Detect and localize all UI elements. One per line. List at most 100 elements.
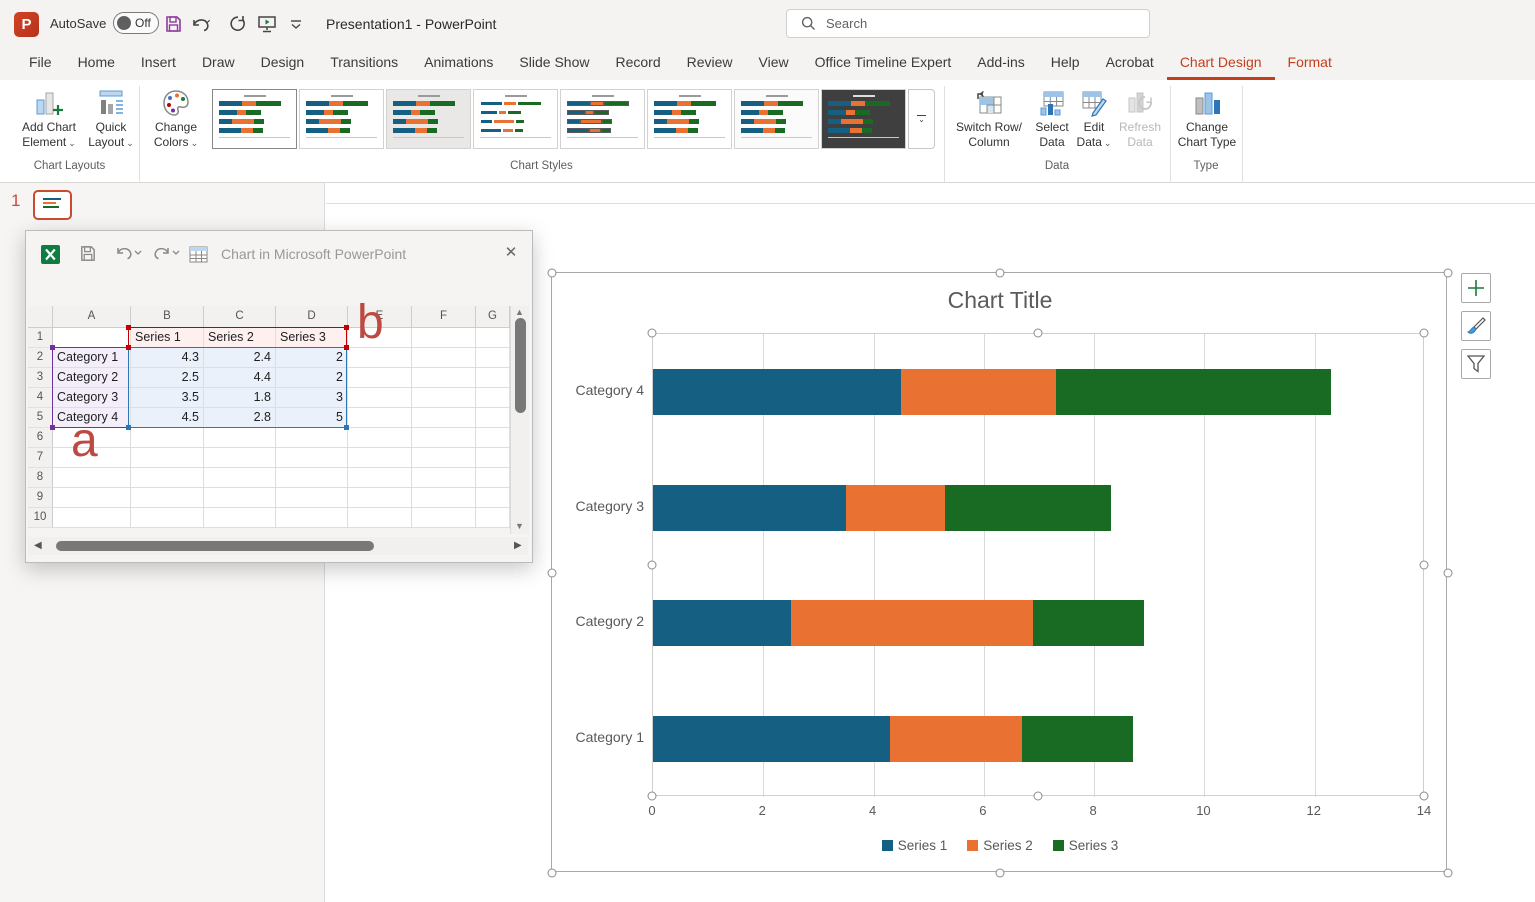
sheet-cell[interactable] <box>412 368 476 388</box>
sheet-cell[interactable] <box>276 488 348 508</box>
sheet-cell[interactable] <box>412 388 476 408</box>
change-colors-button[interactable]: Change Colors⌄ <box>146 86 206 151</box>
sheet-cell[interactable] <box>131 468 204 488</box>
tab-view[interactable]: View <box>746 48 802 80</box>
sheet-cell[interactable]: 1.8 <box>204 388 276 408</box>
sheet-cell[interactable]: 2 <box>276 368 348 388</box>
edit-data-button[interactable]: Edit Data⌄ <box>1072 86 1116 151</box>
sheet-cell[interactable] <box>476 428 510 448</box>
tab-office-timeline-expert[interactable]: Office Timeline Expert <box>802 48 965 80</box>
selection-handle[interactable] <box>648 329 657 338</box>
column-header-G[interactable]: G <box>476 306 510 328</box>
sheet-cell[interactable] <box>476 488 510 508</box>
selection-handle[interactable] <box>548 569 557 578</box>
row-header-3[interactable]: 3 <box>28 368 53 388</box>
bar-segment-series-2[interactable] <box>846 485 945 531</box>
selection-handle[interactable] <box>548 869 557 878</box>
datasheet-window[interactable]: Chart in Microsoft PowerPoint ✕ ABCDEFG1… <box>25 230 533 563</box>
chart-title[interactable]: Chart Title <box>552 287 1448 314</box>
tab-format[interactable]: Format <box>1275 48 1345 80</box>
sheet-cell[interactable]: 2 <box>276 348 348 368</box>
selection-handle[interactable] <box>1420 329 1429 338</box>
bar-segment-series-1[interactable] <box>653 369 901 415</box>
sheet-cell[interactable]: Series 2 <box>204 328 276 348</box>
sheet-cell[interactable] <box>348 348 412 368</box>
bar-segment-series-2[interactable] <box>791 600 1034 646</box>
tab-chart-design[interactable]: Chart Design <box>1167 48 1275 80</box>
tab-design[interactable]: Design <box>248 48 318 80</box>
gallery-style-5[interactable] <box>560 89 645 149</box>
range-handle[interactable] <box>126 425 131 430</box>
selection-handle[interactable] <box>548 269 557 278</box>
tab-record[interactable]: Record <box>602 48 673 80</box>
category-label[interactable]: Category 2 <box>552 613 644 629</box>
sheet-cell[interactable] <box>204 508 276 528</box>
selection-handle[interactable] <box>1420 792 1429 801</box>
sheet-cell[interactable] <box>204 468 276 488</box>
sheet-cell[interactable] <box>131 488 204 508</box>
range-handle[interactable] <box>126 325 131 330</box>
sheet-corner-cell[interactable] <box>28 306 53 328</box>
sheet-cell[interactable]: Category 2 <box>53 368 131 388</box>
edit-data-in-excel-icon[interactable] <box>188 244 209 270</box>
sheet-cell[interactable] <box>276 468 348 488</box>
sheet-cell[interactable]: 3 <box>276 388 348 408</box>
sheet-cell[interactable] <box>412 508 476 528</box>
sheet-cell[interactable] <box>348 428 412 448</box>
row-header-7[interactable]: 7 <box>28 448 53 468</box>
range-handle[interactable] <box>126 345 131 350</box>
category-label[interactable]: Category 1 <box>552 729 644 745</box>
row-header-10[interactable]: 10 <box>28 508 53 528</box>
slide-thumbnail[interactable] <box>33 190 72 220</box>
tab-transitions[interactable]: Transitions <box>317 48 411 80</box>
scroll-right-icon[interactable]: ▶ <box>514 540 522 551</box>
sheet-cell[interactable]: Category 3 <box>53 388 131 408</box>
sheet-cell[interactable] <box>53 508 131 528</box>
sheet-cell[interactable] <box>476 508 510 528</box>
sheet-cell[interactable] <box>276 508 348 528</box>
selection-handle[interactable] <box>648 561 657 570</box>
selection-handle[interactable] <box>996 269 1005 278</box>
selection-handle[interactable] <box>1444 569 1453 578</box>
gallery-style-1[interactable] <box>212 89 297 149</box>
sheet-cell[interactable] <box>348 388 412 408</box>
tab-acrobat[interactable]: Acrobat <box>1093 48 1167 80</box>
tab-insert[interactable]: Insert <box>128 48 189 80</box>
select-data-button[interactable]: Select Data <box>1030 86 1074 150</box>
sheet-cell[interactable]: 4.4 <box>204 368 276 388</box>
sheet-cell[interactable] <box>476 348 510 368</box>
sheet-cell[interactable] <box>476 368 510 388</box>
column-header-B[interactable]: B <box>131 306 204 328</box>
gallery-style-3[interactable] <box>386 89 471 149</box>
column-header-A[interactable]: A <box>53 306 131 328</box>
bar-segment-series-3[interactable] <box>1056 369 1332 415</box>
gallery-style-7[interactable] <box>734 89 819 149</box>
range-handle[interactable] <box>344 345 349 350</box>
selection-handle[interactable] <box>996 869 1005 878</box>
selection-handle[interactable] <box>1420 561 1429 570</box>
sheet-cell[interactable] <box>412 488 476 508</box>
range-handle[interactable] <box>50 345 55 350</box>
switch-row-column-button[interactable]: Switch Row/ Column <box>952 86 1026 150</box>
sheet-cell[interactable] <box>348 468 412 488</box>
bar-segment-series-2[interactable] <box>901 369 1055 415</box>
category-label[interactable]: Category 4 <box>552 382 644 398</box>
sheet-cell[interactable] <box>476 448 510 468</box>
row-header-9[interactable]: 9 <box>28 488 53 508</box>
scroll-up-icon[interactable]: ▲ <box>515 307 524 317</box>
bar-segment-series-1[interactable] <box>653 716 890 762</box>
sheet-cell[interactable] <box>476 388 510 408</box>
scroll-left-icon[interactable]: ◀ <box>34 540 42 551</box>
sheet-cell[interactable]: 2.5 <box>131 368 204 388</box>
start-slideshow-icon[interactable] <box>256 14 276 34</box>
row-header-4[interactable]: 4 <box>28 388 53 408</box>
selection-handle[interactable] <box>1444 869 1453 878</box>
sheet-cell[interactable]: 4.5 <box>131 408 204 428</box>
sheet-cell[interactable] <box>412 428 476 448</box>
sheet-cell[interactable]: Category 1 <box>53 348 131 368</box>
bar-segment-series-3[interactable] <box>1033 600 1143 646</box>
sheet-cell[interactable]: 5 <box>276 408 348 428</box>
sheet-cell[interactable] <box>412 408 476 428</box>
close-icon[interactable]: ✕ <box>498 242 524 264</box>
sheet-cell[interactable] <box>53 488 131 508</box>
